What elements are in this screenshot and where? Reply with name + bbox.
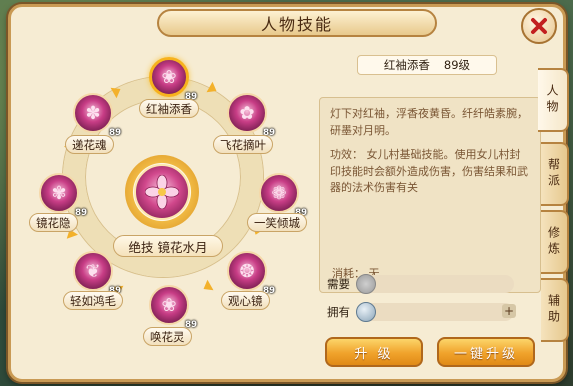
skill-label: 一笑倾城	[247, 213, 307, 232]
ring-arrow-icon	[200, 279, 214, 295]
skill-label: 观心镜	[221, 291, 270, 310]
skill-huanhua-ling[interactable]: ❀ 89	[149, 285, 197, 330]
tab-guild[interactable]: 帮派	[541, 142, 569, 206]
ultimate-skill-button[interactable]	[125, 155, 199, 229]
lady-icon: ❁	[271, 182, 287, 204]
skill-description-box: 灯下对红袖，浮香夜黄昏。纤纤皓素腕，研墨对月明。 功效： 女儿村基础技能。使用女…	[319, 97, 541, 293]
skill-label: 唤花灵	[143, 327, 192, 346]
skill-flavor-text: 灯下对红袖，浮香夜黄昏。纤纤皓素腕，研墨对月明。	[330, 107, 528, 137]
skill-jinghua-yin[interactable]: ✾ 89	[39, 173, 87, 218]
spirit-icon: ✽	[85, 102, 101, 124]
close-icon	[531, 18, 547, 34]
one-key-upgrade-button[interactable]: 一键升级	[437, 337, 535, 367]
need-label: 需要	[327, 277, 350, 291]
need-row: 需要	[327, 274, 514, 294]
flower-icon: ✾	[51, 182, 67, 204]
tab-auxiliary[interactable]: 辅助	[541, 278, 569, 342]
skill-wheel-panel: 绝技 镜花水月 ❀ 89 红袖添香 ✿ 89 飞花摘叶 ❁ 89 一笑倾城 ❂ …	[15, 37, 311, 377]
tab-cultivation[interactable]: 修炼	[541, 210, 569, 274]
selected-skill-bar: 红袖添香 89级	[357, 55, 497, 75]
tab-character[interactable]: 人物	[538, 68, 569, 132]
ultimate-skill-label: 绝技 镜花水月	[113, 235, 223, 257]
close-button[interactable]	[521, 8, 557, 44]
skill-label: 飞花摘叶	[213, 135, 273, 154]
skill-label: 红袖添香	[139, 99, 199, 118]
skill-qingru-hongmao[interactable]: ❦ 89	[73, 251, 121, 296]
flower-icon	[134, 164, 190, 220]
skill-hongxiu-tianxiang[interactable]: ❀ 89	[149, 57, 197, 102]
window-title: 人物技能	[157, 9, 437, 37]
have-label: 拥有	[327, 305, 350, 319]
selected-skill-name: 红袖添香	[383, 58, 430, 72]
fan-icon: ❀	[161, 66, 177, 88]
skill-effect-text: 功效： 女儿村基础技能。使用女儿村封印技能时会额外造成伤害，伤害结果和武器的法术…	[330, 148, 528, 194]
mirror-icon: ❂	[239, 260, 255, 282]
skill-detail-panel: 红袖添香 89级 灯下对红袖，浮香夜黄昏。纤纤皓素腕，研墨对月明。 功效： 女儿…	[317, 41, 542, 375]
skill-feihua-zhaiye[interactable]: ✿ 89	[227, 93, 275, 138]
skill-label: 镜花隐	[29, 213, 78, 232]
have-value-field: +	[356, 302, 516, 322]
skill-label: 递花魂	[65, 135, 114, 154]
skill-dihua-hun[interactable]: ✽ 89	[73, 93, 121, 138]
add-currency-button[interactable]: +	[502, 304, 516, 318]
skill-window: 人物技能 绝技 镜花水月 ❀ 89 红袖添香 ✿ 89 飞花摘叶 ❁ 一笑倾城 …	[8, 4, 566, 382]
skill-label: 轻如鸿毛	[63, 291, 123, 310]
upgrade-button[interactable]: 升 级	[325, 337, 423, 367]
silver-coin-icon	[356, 302, 376, 322]
skill-guanxin-jing[interactable]: ❂ 89	[227, 251, 275, 296]
petal-icon: ✿	[239, 102, 255, 124]
lotus-icon: ❀	[161, 294, 177, 316]
need-value-field	[356, 274, 514, 294]
currency-icon	[356, 274, 376, 294]
selected-skill-level: 89级	[443, 58, 471, 72]
have-row: 拥有 +	[327, 302, 516, 322]
feather-icon: ❦	[85, 260, 101, 282]
skill-level: 89	[75, 208, 87, 218]
skill-yixiao-qingcheng[interactable]: ❁ 89	[259, 173, 307, 218]
